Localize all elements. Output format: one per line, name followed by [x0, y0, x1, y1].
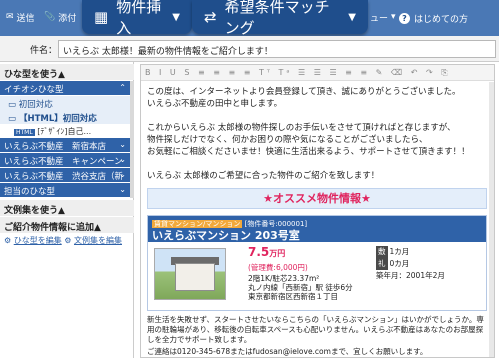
- greeting-line: いえらぶ不動産の田中と申します。: [147, 99, 283, 109]
- sidebar-item-label: 【HTML】初回対応: [19, 114, 97, 124]
- property-header: 賃貸マンション/マンション [物件番号:000001] いえらぶマンション 20…: [148, 216, 486, 242]
- key-money-value: 0カ月: [389, 259, 410, 268]
- sidebar-item-shibuya[interactable]: いえらぶ不動産 渋谷支店（新 ⌄: [0, 168, 130, 183]
- price-unit: 万円: [269, 249, 286, 258]
- property-card[interactable]: 賃貸マンション/マンション [物件番号:000001] いえらぶマンション 20…: [147, 215, 487, 311]
- chevron-down-icon: ▼: [348, 11, 356, 23]
- sidebar-item-shinjuku[interactable]: いえらぶ不動産 新宿本店 ⌄: [0, 138, 130, 153]
- mail-body-editor[interactable]: B I U S ≡ ≡ ≡ ≡ Tᵀ Tᵃ ☰ ☰ ☰ ≡ ≡ ✎ ⌫ ↶ ↷ …: [140, 64, 495, 358]
- intro-line: いえらぶ 太郎様のご希望に合った物件のご紹介を致します！: [147, 171, 380, 181]
- deposit-label: 敷: [376, 246, 388, 258]
- property-name: いえらぶマンション 203号室: [152, 229, 300, 242]
- attach-button[interactable]: 📎 添付: [44, 8, 76, 26]
- building-icon: ▦: [94, 8, 109, 26]
- envelope-icon: ✉: [6, 12, 14, 22]
- sidebar-item-label: 初回対応: [18, 100, 53, 110]
- sidebar-links: ⚙ ひな型を編集 ⚙ 文例集を編集: [4, 235, 122, 246]
- greeting-line: この度は、インターネットより会員登録して頂き、誠にありがとうございました。: [147, 87, 461, 97]
- property-photo: [154, 248, 226, 300]
- matching-button[interactable]: ⇄ 希望条件マッチング ▼: [192, 0, 368, 37]
- insert-property-label: 物件挿入: [116, 0, 162, 37]
- folder-open-icon: ▭: [8, 114, 19, 124]
- sidebar-item-label: [ﾃﾞｻﾞｲﾝ]自己...: [37, 127, 92, 136]
- insert-property-button[interactable]: ▦ 物件挿入 ▼: [82, 0, 192, 37]
- html-badge-icon: HTML: [14, 129, 35, 136]
- help-button[interactable]: ? はじめての方: [395, 7, 499, 29]
- subject-row: 件名： いえらぶ 太郎様！最新の物件情報をご紹介します！: [0, 36, 499, 62]
- key-money-label: 礼: [376, 258, 388, 270]
- sidebar-item-initial-response[interactable]: ▭ 初回対応: [0, 96, 130, 110]
- chevron-down-icon: ⌄: [119, 170, 126, 179]
- subject-input[interactable]: いえらぶ 太郎様！最新の物件情報をご紹介します！: [58, 40, 496, 58]
- gear-icon: ⚙: [64, 236, 72, 245]
- property-conditions: 敷 1カ月 礼 0カ月 築年月：2001年2月: [376, 246, 445, 282]
- property-id-tag: [物件番号:000001]: [244, 220, 308, 228]
- layout-text: 2階1K/駐芯23.37m²: [248, 274, 320, 283]
- phrase-section-header[interactable]: 文例集を使う▲: [0, 200, 134, 216]
- deposit-value: 1カ月: [389, 247, 410, 256]
- contact-line: ご連絡は0120-345-678またはfudosan@ielove.comまで、…: [147, 347, 428, 356]
- promo-banner: ★オススメ物件情報★: [147, 188, 487, 209]
- chevron-up-icon: ⌃: [119, 83, 126, 92]
- chevron-down-icon: ⌄: [119, 185, 126, 194]
- subject-label: 件名：: [30, 46, 58, 56]
- swap-arrows-icon: ⇄: [204, 8, 217, 26]
- sidebar-item-label: イチオシひな型: [4, 85, 64, 95]
- sidebar-item-featured-template[interactable]: イチオシひな型 ⌃: [0, 81, 130, 96]
- chevron-down-icon: ⌄: [119, 140, 126, 149]
- edit-template-link[interactable]: ひな型を編集: [14, 236, 62, 245]
- editor-content[interactable]: この度は、インターネットより会員登録して頂き、誠にありがとうございました。 いえ…: [141, 82, 494, 357]
- sidebar-item-label: いえらぶ不動産 新宿本店: [4, 142, 107, 152]
- address-text: 東京都新宿区西新宿１丁目: [248, 292, 338, 301]
- matching-label: 希望条件マッチング: [224, 0, 330, 37]
- house-shape: [175, 263, 215, 291]
- menu-button[interactable]: ュー ▾: [370, 8, 396, 26]
- property-details: 2階1K/駐芯23.37m² 丸ノ内線「西新宿」駅 徒歩6分 東京都新宿区西新宿…: [248, 274, 353, 301]
- sidebar-item-design-template[interactable]: HTML [ﾃﾞｻﾞｲﾝ]自己...: [0, 124, 130, 138]
- sidebar-item-label: いえらぶ不動産 渋谷支店（新: [4, 172, 124, 182]
- sidebar-item-campaign[interactable]: いえらぶ不動産 キャンペーン ⌄: [0, 153, 130, 168]
- attach-label: 添付: [58, 13, 77, 24]
- station-text: 丸ノ内線「西新宿」駅 徒歩6分: [248, 283, 353, 292]
- property-price: 7.5万円: [248, 246, 285, 260]
- help-icon: ?: [399, 12, 410, 24]
- sidebar-item-html-initial-response[interactable]: ▭ 【HTML】初回対応: [0, 110, 130, 124]
- property-type-tag: 賃貸マンション/マンション: [152, 220, 243, 228]
- menu-partial-label: ュー: [370, 13, 389, 24]
- chevron-down-icon: ⌄: [119, 155, 126, 164]
- body-line: これからいえらぶ 太郎様の物件探しのお手伝いをさせて頂ければと存じますが、: [147, 123, 456, 133]
- send-label: 送信: [16, 13, 35, 24]
- built-date: 築年月：2001年2月: [376, 271, 445, 280]
- property-description: 新生活を失敗せず、スタートさせたいならこちらの「いえらぶマンション」はいかがでし…: [147, 315, 484, 344]
- edit-phrases-link[interactable]: 文例集を編集: [74, 236, 122, 245]
- sidebar-item-my-templates[interactable]: 担当のひな型 ⌄: [0, 183, 130, 198]
- gear-icon: ⚙: [4, 236, 12, 245]
- sidebar-item-label: いえらぶ不動産 キャンペーン: [4, 157, 123, 167]
- management-fee: (管理費:6,000円): [248, 263, 308, 272]
- paperclip-icon: 📎: [44, 12, 56, 22]
- body-line: 物件探しだけでなく、何かお困りの際や気になることがございましたら、: [147, 135, 428, 145]
- sidebar-scrollbar[interactable]: [130, 81, 134, 198]
- send-button[interactable]: ✉ 送信: [6, 8, 35, 26]
- help-label: はじめての方: [414, 14, 469, 25]
- editor-scrollbar[interactable]: [489, 82, 494, 357]
- folder-icon: ▭: [8, 100, 19, 110]
- property-body: 7.5万円 (管理費:6,000円) 2階1K/駐芯23.37m² 丸ノ内線「西…: [148, 242, 486, 310]
- top-toolbar: ✉ 送信 📎 添付 ▦ 物件挿入 ▼ ⇄ 希望条件マッチング ▼ ュー ▾ ? …: [0, 0, 499, 37]
- additional-info-header[interactable]: ご紹介物件情報に追加▲: [0, 217, 134, 233]
- chevron-down-icon: ▼: [172, 11, 180, 23]
- format-toolbar[interactable]: B I U S ≡ ≡ ≡ ≡ Tᵀ Tᵃ ☰ ☰ ☰ ≡ ≡ ✎ ⌫ ↶ ↷ …: [141, 65, 494, 81]
- sidebar-item-label: 担当のひな型: [4, 187, 56, 197]
- price-value: 7.5: [248, 245, 270, 259]
- body-line: お気軽にご相談くださいませ！快適に生活出来るよう、サポートさせて頂きます！！: [147, 147, 470, 157]
- sidebar: ひな型を使う▲ イチオシひな型 ⌃ ▭ 初回対応 ▭ 【HTML】初回対応 HT…: [0, 62, 134, 358]
- template-section-header[interactable]: ひな型を使う▲: [0, 64, 134, 80]
